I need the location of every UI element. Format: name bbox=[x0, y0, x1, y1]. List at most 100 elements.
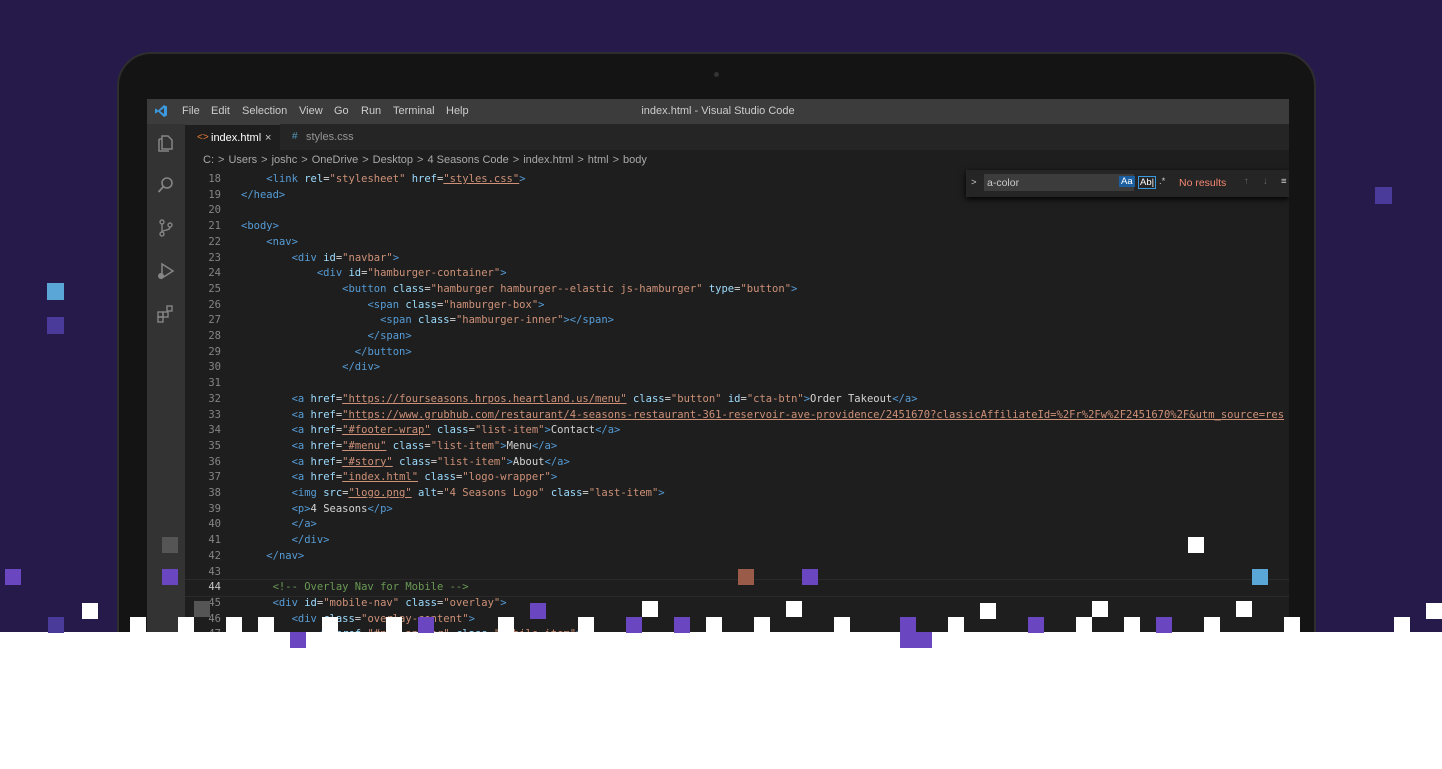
breadcrumb-item[interactable]: Desktop bbox=[373, 154, 413, 166]
tab-styles-css[interactable]: # styles.css bbox=[280, 124, 370, 150]
code-line[interactable]: <a href="#footer-wrap" class="list-item"… bbox=[241, 424, 621, 436]
line-number: 18 bbox=[208, 173, 221, 185]
search-icon[interactable] bbox=[156, 175, 176, 195]
tab-index-html[interactable]: <> index.html × bbox=[185, 124, 280, 151]
tab-bar: <> index.html × # styles.css bbox=[185, 124, 1289, 151]
explorer-icon[interactable] bbox=[156, 133, 176, 153]
code-line[interactable]: <a href="index.html" class="logo-wrapper… bbox=[241, 471, 558, 483]
code-token: "4 Seasons Logo" bbox=[443, 487, 545, 499]
code-line[interactable]: <p>4 Seasons</p> bbox=[241, 503, 393, 515]
pixel-square bbox=[980, 603, 996, 619]
code-line[interactable]: <div id="navbar"> bbox=[241, 251, 400, 264]
breadcrumb-item[interactable]: 4 Seasons Code bbox=[427, 154, 508, 166]
pixel-square bbox=[1346, 632, 1394, 648]
pixel-square bbox=[1156, 617, 1172, 633]
code-editor[interactable]: 18 <link rel="stylesheet" href="styles.c… bbox=[185, 170, 1289, 659]
breadcrumb-item[interactable]: html bbox=[588, 154, 609, 166]
find-menu-icon[interactable]: ≡ bbox=[1281, 176, 1287, 187]
code-token: </head> bbox=[241, 188, 286, 201]
code-line[interactable]: <a href="#menu" class="list-item">Menu</… bbox=[241, 440, 558, 452]
code-line[interactable]: <nav> bbox=[241, 236, 298, 248]
breadcrumb-item[interactable]: index.html bbox=[523, 154, 573, 166]
previous-match-icon[interactable]: ↑ bbox=[1244, 176, 1249, 187]
line-number: 35 bbox=[208, 439, 221, 452]
match-case-button[interactable]: Aa bbox=[1119, 176, 1135, 187]
code-line[interactable]: <div id="hamburger-container"> bbox=[241, 267, 507, 279]
code-token: "overlay" bbox=[443, 596, 501, 609]
code-line[interactable]: <div id="mobile-nav" class="overlay"> bbox=[241, 597, 507, 609]
extensions-icon[interactable] bbox=[156, 304, 176, 324]
breadcrumb-item[interactable]: OneDrive bbox=[312, 154, 358, 166]
breadcrumb-item[interactable]: C: bbox=[203, 154, 214, 166]
code-token: <a bbox=[291, 408, 311, 421]
code-line[interactable]: </div> bbox=[241, 534, 330, 546]
line-number: 20 bbox=[208, 204, 221, 217]
expand-replace-icon[interactable]: > bbox=[971, 177, 977, 188]
close-icon[interactable]: × bbox=[265, 125, 271, 151]
code-token: "hamburger hamburger--elastic js-hamburg… bbox=[430, 282, 703, 295]
line-number: 44 bbox=[208, 581, 221, 594]
code-line[interactable]: <div class="overlay-content"> bbox=[241, 613, 475, 625]
code-token: type bbox=[708, 282, 735, 295]
code-line[interactable]: <img src="logo.png" alt="4 Seasons Logo"… bbox=[241, 487, 665, 499]
code-line[interactable]: <button class="hamburger hamburger--elas… bbox=[241, 283, 797, 295]
code-token: <button bbox=[342, 282, 393, 295]
breadcrumb-item[interactable]: joshc bbox=[272, 154, 298, 166]
code-token: src bbox=[323, 487, 343, 499]
find-status: No results bbox=[1179, 177, 1227, 189]
pixel-square bbox=[1284, 617, 1300, 633]
code-token: "navbar" bbox=[342, 251, 393, 264]
breadcrumb-item[interactable]: body bbox=[623, 154, 647, 166]
breadcrumb-separator-icon: > bbox=[362, 154, 369, 166]
source-control-icon[interactable] bbox=[156, 218, 176, 238]
code-token: "styles.css" bbox=[443, 173, 520, 185]
code-token: </a> bbox=[544, 455, 570, 468]
code-token: "logo.png" bbox=[348, 487, 412, 499]
code-line[interactable]: </div> bbox=[241, 361, 380, 373]
code-token: href bbox=[310, 408, 336, 421]
pixel-square bbox=[834, 617, 850, 633]
code-line[interactable]: <a href="https://www.grubhub.com/restaur… bbox=[241, 408, 1285, 421]
breadcrumb-item[interactable]: Users bbox=[228, 154, 257, 166]
code-token: "hamburger-inner" bbox=[455, 314, 564, 327]
code-line[interactable]: <a href="https://fourseasons.hrpos.heart… bbox=[241, 393, 918, 405]
pixel-square bbox=[47, 317, 64, 334]
find-widget: > Aa Ab| .* No results ↑ ↓ ≡ bbox=[966, 170, 1289, 197]
pixel-square bbox=[194, 601, 210, 617]
next-match-icon[interactable]: ↓ bbox=[1263, 176, 1268, 187]
code-line[interactable]: </button> bbox=[241, 346, 412, 358]
code-line[interactable]: </a> bbox=[241, 518, 317, 530]
tab-label: index.html bbox=[211, 132, 262, 144]
code-line[interactable]: </span> bbox=[241, 330, 411, 342]
match-word-button[interactable]: Ab| bbox=[1138, 176, 1157, 189]
code-token: class bbox=[550, 487, 583, 499]
code-line[interactable]: <link rel="stylesheet" href="styles.css"… bbox=[241, 173, 526, 185]
regex-button[interactable]: .* bbox=[1159, 176, 1165, 187]
find-input[interactable] bbox=[984, 174, 1134, 191]
pixel-square bbox=[386, 617, 402, 633]
code-token: class bbox=[399, 455, 431, 468]
run-debug-icon[interactable] bbox=[156, 261, 176, 281]
code-token: <a bbox=[291, 392, 311, 405]
code-line[interactable]: <!-- Overlay Nav for Mobile --> bbox=[241, 581, 469, 593]
code-token: "https://fourseasons.hrpos.heartland.us/… bbox=[342, 392, 627, 405]
code-line[interactable]: <a href="#story" class="list-item">About… bbox=[241, 456, 570, 468]
code-token: </span> bbox=[569, 314, 615, 327]
code-line[interactable]: </head> bbox=[241, 189, 285, 201]
code-line[interactable]: <span class="hamburger-box"> bbox=[241, 299, 544, 311]
code-token: > bbox=[519, 173, 526, 185]
code-token: <body> bbox=[241, 220, 279, 233]
pixel-square bbox=[674, 617, 690, 633]
line-number: 31 bbox=[208, 377, 221, 390]
code-line[interactable]: </nav> bbox=[241, 550, 304, 562]
code-line[interactable]: <body> bbox=[241, 220, 279, 232]
code-line[interactable]: <span class="hamburger-inner"></span> bbox=[241, 314, 614, 326]
line-number: 33 bbox=[208, 408, 221, 421]
code-token: "hamburger-container" bbox=[367, 267, 501, 280]
